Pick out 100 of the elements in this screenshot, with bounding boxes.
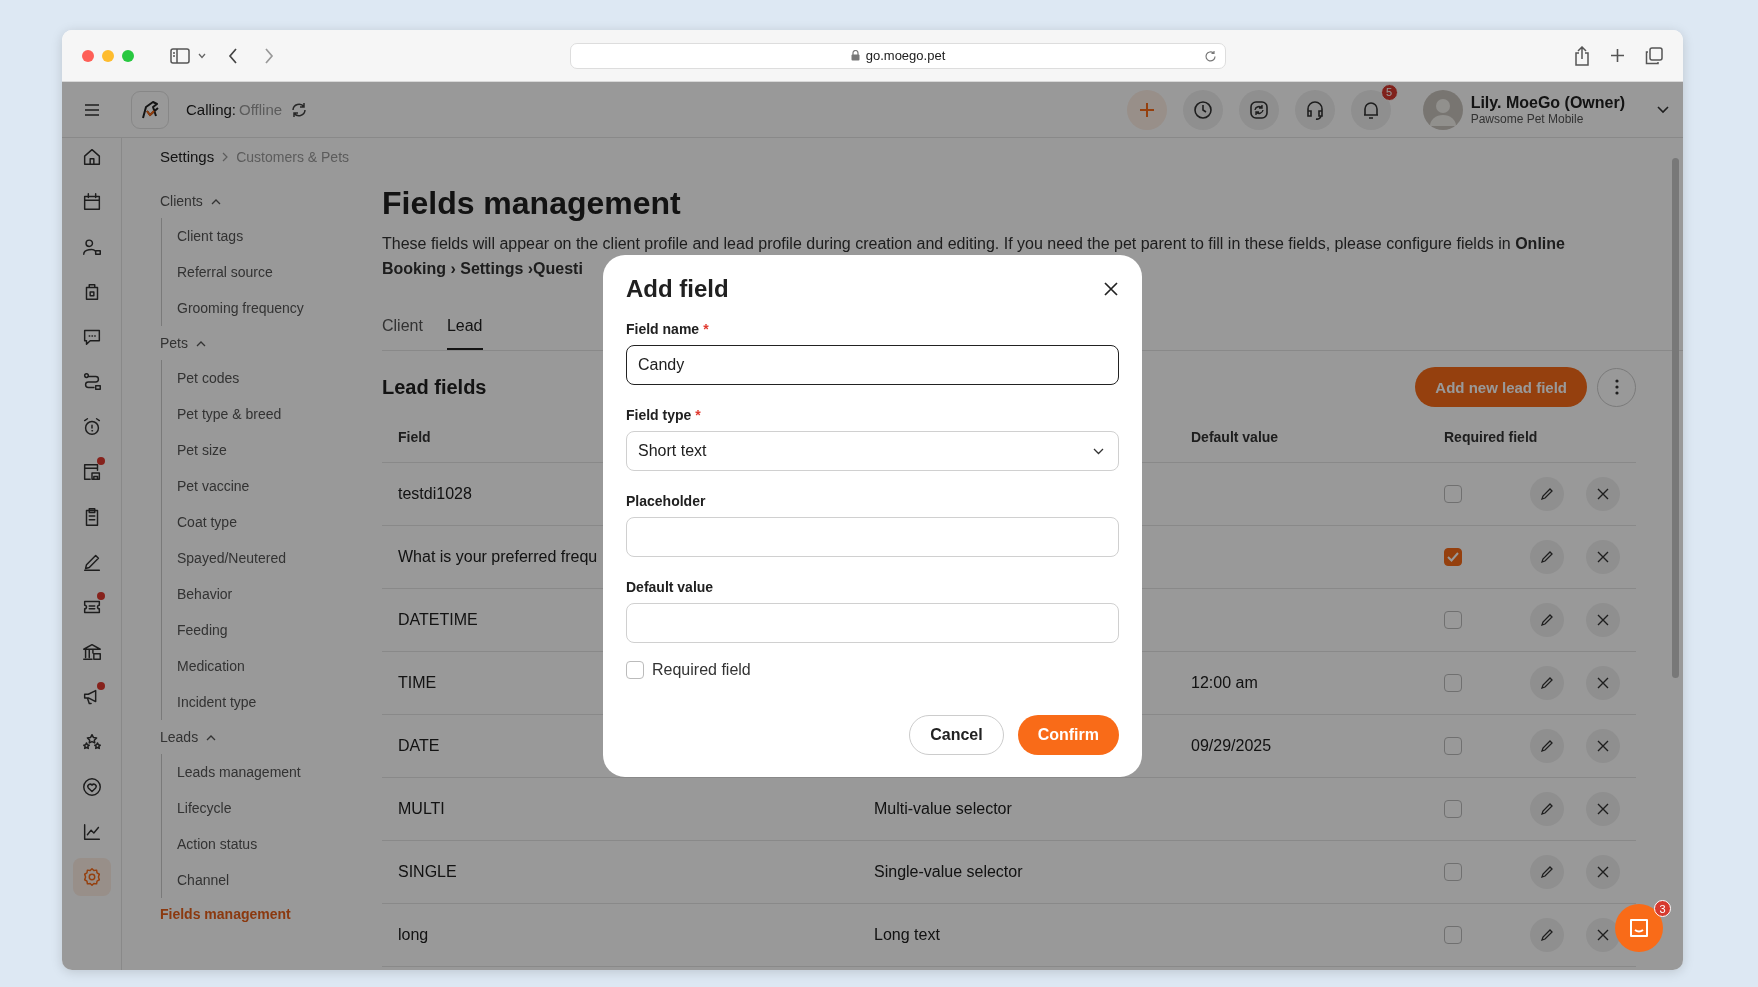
new-tab-icon[interactable] (1610, 48, 1625, 63)
nav-item[interactable]: Fields management (160, 906, 370, 922)
delete-button[interactable] (1586, 666, 1620, 700)
address-bar[interactable]: go.moego.pet (570, 42, 1226, 69)
nav-item[interactable]: Pet vaccine (177, 468, 370, 504)
tab[interactable]: Client (382, 307, 423, 350)
calling-label: Calling: (186, 101, 237, 118)
x-icon (1597, 803, 1609, 815)
reload-icon[interactable] (1204, 49, 1217, 63)
scrollbar[interactable] (1672, 158, 1679, 678)
edit-button[interactable] (1530, 855, 1564, 889)
menu-icon[interactable] (84, 103, 100, 116)
edit-button[interactable] (1530, 666, 1564, 700)
delete-button[interactable] (1586, 855, 1620, 889)
nav-group-toggle[interactable]: Pets (160, 330, 370, 356)
logo-icon[interactable] (131, 90, 169, 129)
sidebar-icon[interactable] (170, 47, 190, 64)
table-cell: Single-value selector (874, 863, 1023, 880)
column-header: Default value (1191, 428, 1279, 445)
edit-button[interactable] (1530, 477, 1564, 511)
chevron-icon (196, 339, 206, 347)
nav-group-toggle[interactable]: Leads (160, 724, 370, 750)
calling-status: Offline (239, 101, 283, 118)
edit-button[interactable] (1530, 792, 1564, 826)
nav-item[interactable]: Coat type (177, 504, 370, 540)
share-icon[interactable] (1574, 45, 1590, 66)
breadcrumb-link[interactable]: Settings (160, 148, 215, 165)
user-name[interactable]: Lily. MoeGo (Owner) (1470, 93, 1625, 112)
checkbox[interactable] (1444, 863, 1462, 881)
delete-button[interactable] (1586, 540, 1620, 574)
edit-button[interactable] (1530, 918, 1564, 952)
nav-item[interactable]: Behavior (177, 576, 370, 612)
more-button[interactable] (1597, 367, 1636, 407)
nav-item[interactable]: Action status (177, 826, 370, 862)
pencil-icon (1540, 802, 1554, 816)
tabs-overview-icon[interactable] (1645, 46, 1663, 65)
chevron-down-icon[interactable] (198, 52, 206, 59)
check-icon (1447, 552, 1459, 562)
nav-item[interactable]: Spayed/Neutered (177, 540, 370, 576)
edit-button[interactable] (1530, 729, 1564, 763)
checkbox[interactable] (1444, 485, 1462, 503)
checkbox[interactable] (626, 661, 644, 679)
close-icon[interactable] (1103, 281, 1119, 297)
checkbox-label: Required field (652, 661, 751, 679)
breadcrumb-current: Customers & Pets (236, 148, 350, 165)
tab[interactable]: Lead (446, 307, 483, 350)
table-cell-text: MULTI (397, 800, 445, 818)
settings-icon[interactable] (72, 858, 111, 896)
select-field[interactable]: Short text (626, 431, 1119, 471)
nav-item[interactable]: Pet type & breed (177, 396, 370, 432)
forward-icon[interactable] (264, 47, 274, 64)
cancel-button[interactable]: Cancel (909, 715, 1004, 755)
chat-button[interactable] (1615, 904, 1663, 952)
refresh-icon[interactable] (290, 100, 309, 119)
nav-item[interactable]: Pet codes (177, 360, 370, 396)
nav-item[interactable]: Client tags (177, 218, 370, 254)
chevron-right-icon (222, 151, 229, 162)
confirm-button[interactable]: Confirm (1017, 715, 1119, 755)
column-header: Field (397, 428, 431, 445)
x-icon (1597, 740, 1609, 752)
close-window-button[interactable] (82, 49, 94, 62)
input-field[interactable]: Candy (626, 345, 1119, 385)
checkbox[interactable] (1444, 737, 1462, 755)
notifications-button[interactable] (1350, 89, 1391, 130)
input-field[interactable] (626, 517, 1119, 557)
add-lead-field-button[interactable]: Add new lead field (1415, 367, 1587, 407)
table-cell: 12:00 am (1191, 674, 1258, 691)
input-field[interactable] (626, 603, 1119, 643)
delete-button[interactable] (1586, 729, 1620, 763)
delete-button[interactable] (1586, 477, 1620, 511)
zoom-window-button[interactable] (122, 49, 134, 62)
checkbox[interactable] (1444, 674, 1462, 692)
checkbox[interactable] (1444, 926, 1462, 944)
x-icon (1597, 614, 1609, 626)
nav-item[interactable]: Pet size (177, 432, 370, 468)
nav-item[interactable]: Lifecycle (177, 790, 370, 826)
nav-item[interactable]: Referral source (177, 254, 370, 290)
pencil-icon (1540, 487, 1554, 501)
checkbox[interactable] (1444, 548, 1462, 566)
nav-item[interactable]: Grooming frequency (177, 290, 370, 326)
nav-item[interactable]: Incident type (177, 684, 370, 720)
back-icon[interactable] (228, 47, 238, 64)
edit-button[interactable] (1530, 603, 1564, 637)
delete-button[interactable] (1586, 792, 1620, 826)
pencil-icon (1540, 613, 1554, 627)
nav-item[interactable]: Channel (177, 862, 370, 898)
nav-item[interactable]: Leads management (177, 754, 370, 790)
x-icon (1597, 488, 1609, 500)
checkbox[interactable] (1444, 611, 1462, 629)
avatar[interactable] (1422, 89, 1463, 130)
pencil-icon (1540, 739, 1554, 753)
chevron-down-icon[interactable] (1657, 105, 1669, 114)
delete-button[interactable] (1586, 918, 1620, 952)
edit-button[interactable] (1530, 540, 1564, 574)
minimize-window-button[interactable] (102, 49, 114, 62)
nav-group-toggle[interactable]: Clients (160, 188, 370, 214)
nav-item[interactable]: Medication (177, 648, 370, 684)
delete-button[interactable] (1586, 603, 1620, 637)
nav-item[interactable]: Feeding (177, 612, 370, 648)
checkbox[interactable] (1444, 800, 1462, 818)
